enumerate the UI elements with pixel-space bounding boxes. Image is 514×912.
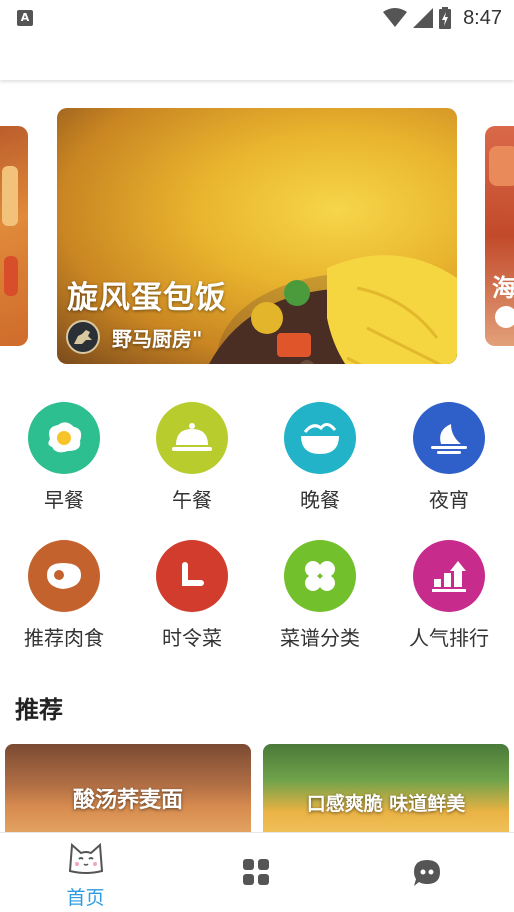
- cloche-icon: [156, 402, 228, 474]
- tab-messages[interactable]: [342, 833, 513, 912]
- category-label: 晚餐: [300, 488, 340, 512]
- category-label: 早餐: [44, 488, 84, 512]
- category-recipe-types[interactable]: 菜谱分类: [265, 540, 375, 651]
- category-late-night[interactable]: 夜宵: [394, 402, 504, 513]
- carousel-next-slide[interactable]: [485, 126, 514, 346]
- ranking-icon: [413, 540, 485, 612]
- clock-time: 8:47: [463, 6, 502, 29]
- tab-home[interactable]: 首页: [0, 833, 171, 912]
- recommend-card[interactable]: 酸汤荞麦面: [5, 744, 251, 834]
- category-meat[interactable]: 推荐肉食: [9, 540, 119, 651]
- top-app-bar: [0, 36, 514, 80]
- steak-icon: [28, 540, 100, 612]
- banner-title: 旋风蛋包饭: [67, 280, 227, 316]
- category-label: 时令菜: [162, 626, 222, 650]
- category-label: 午餐: [172, 488, 212, 512]
- category-lunch[interactable]: 午餐: [137, 402, 247, 513]
- category-label: 菜谱分类: [280, 626, 360, 650]
- recommend-card[interactable]: 口感爽脆 味道鲜美: [263, 744, 509, 834]
- omelette-rice-image: [209, 255, 457, 364]
- bowl-icon: [284, 402, 356, 474]
- tab-home-label: 首页: [66, 887, 105, 909]
- grid-icon: [243, 859, 269, 885]
- category-seasonal[interactable]: 时令菜: [137, 540, 247, 651]
- banner-author[interactable]: 野马厨房": [66, 320, 202, 354]
- carousel-banner[interactable]: 旋风蛋包饭 野马厨房": [57, 108, 457, 364]
- category-dinner[interactable]: 晚餐: [265, 402, 375, 513]
- category-label: 人气排行: [409, 626, 489, 650]
- author-avatar: [66, 320, 100, 354]
- bottom-navigation: 首页: [0, 832, 514, 912]
- battery-charging-icon: [439, 7, 452, 29]
- wifi-icon: [383, 8, 408, 27]
- horse-logo-icon: [74, 330, 92, 344]
- recommend-section-title: 推荐: [15, 696, 63, 724]
- clover-icon: [284, 540, 356, 612]
- carousel-prev-slide[interactable]: [0, 126, 28, 346]
- category-breakfast[interactable]: 早餐: [9, 402, 119, 513]
- category-label: 夜宵: [429, 488, 469, 512]
- clock-icon: [156, 540, 228, 612]
- category-popular-ranking[interactable]: 人气排行: [394, 540, 504, 651]
- status-icons: 8:47: [383, 4, 502, 32]
- fried-egg-icon: [28, 402, 100, 474]
- recommend-card-title: 口感爽脆 味道鲜美: [306, 793, 466, 815]
- status-bar: A 8:47: [0, 0, 514, 36]
- tab-categories[interactable]: [171, 833, 342, 912]
- recommend-card-title: 酸汤荞麦面: [72, 788, 183, 813]
- category-label: 推荐肉食: [24, 626, 104, 650]
- notification-icon: A: [17, 10, 33, 26]
- author-name: 野马厨房": [112, 326, 203, 351]
- moon-icon: [413, 402, 485, 474]
- cat-face-icon: [68, 842, 104, 874]
- next-slide-title: 海: [492, 274, 514, 302]
- chat-bubble-icon: [414, 860, 440, 886]
- cell-signal-icon: [413, 8, 434, 28]
